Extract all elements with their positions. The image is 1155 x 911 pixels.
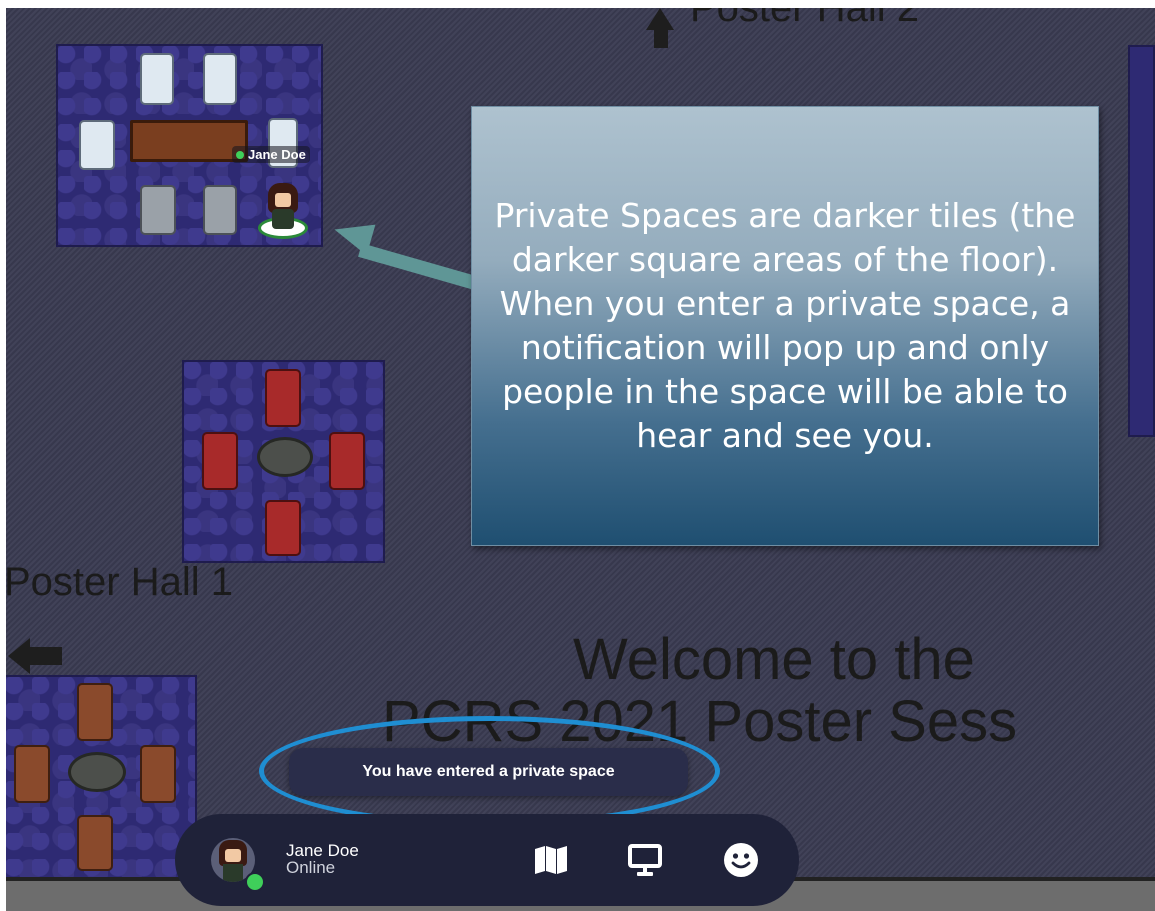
- chair: [140, 745, 176, 803]
- game-map[interactable]: Poster Hall 2 Jane Doe Poster Hall 1 Wel…: [0, 0, 1155, 911]
- emoji-button[interactable]: [723, 842, 759, 878]
- chair: [329, 432, 365, 490]
- sign-poster-hall-1: Poster Hall 1: [4, 560, 233, 604]
- private-space-right: [1128, 45, 1155, 437]
- screenshot-frame-top: [0, 0, 1155, 8]
- tutorial-callout: Private Spaces are darker tiles (the dar…: [471, 106, 1099, 546]
- left-arrow-icon: [8, 638, 30, 674]
- avatar-face: [225, 849, 241, 862]
- avatar-body: [272, 209, 294, 229]
- chair: [77, 815, 113, 871]
- user-name[interactable]: Jane Doe: [286, 842, 359, 859]
- chair: [77, 683, 113, 741]
- chair: [203, 53, 237, 105]
- player-nametag-label: Jane Doe: [248, 147, 306, 162]
- chair: [14, 745, 50, 803]
- chair: [79, 120, 115, 170]
- bottom-toolbar: Jane Doe Online: [175, 814, 799, 906]
- screen-share-button[interactable]: [627, 842, 663, 878]
- player-nametag: Jane Doe: [232, 146, 310, 163]
- left-arrow-stem: [28, 647, 62, 665]
- chair: [265, 500, 301, 556]
- screenshot-frame-left: [0, 0, 6, 911]
- avatar-body: [223, 864, 243, 882]
- round-table: [257, 437, 313, 477]
- chair: [203, 185, 237, 235]
- chair: [202, 432, 238, 490]
- conference-table: [130, 120, 248, 162]
- callout-pointer-line: [358, 243, 476, 290]
- notification-highlight-ellipse: [259, 716, 720, 826]
- chair: [265, 369, 301, 427]
- map-button[interactable]: [533, 842, 569, 878]
- up-arrow-stem: [654, 26, 668, 48]
- chair: [140, 53, 174, 105]
- user-status[interactable]: Online: [286, 859, 335, 876]
- screen-share-icon: [628, 844, 662, 876]
- callout-text: Private Spaces are darker tiles (the dar…: [494, 196, 1076, 455]
- map-icon: [535, 846, 567, 874]
- online-status-dot: [236, 150, 244, 159]
- avatar-face: [275, 193, 291, 207]
- chair: [140, 185, 176, 235]
- emoji-icon: [724, 843, 758, 877]
- online-indicator: [245, 872, 265, 892]
- round-table: [68, 752, 126, 792]
- welcome-sign-line-1: Welcome to the: [573, 627, 975, 692]
- player-avatar[interactable]: [258, 183, 310, 239]
